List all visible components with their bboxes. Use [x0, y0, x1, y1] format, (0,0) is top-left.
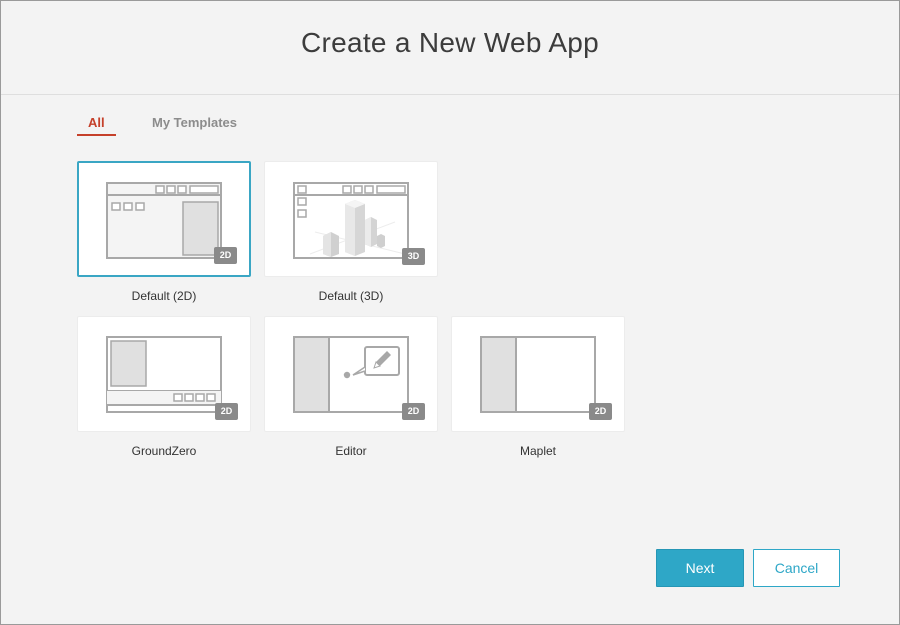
dimension-badge: 2D — [589, 403, 612, 420]
dimension-badge: 2D — [402, 403, 425, 420]
template-card-groundzero[interactable]: 2D — [77, 316, 251, 432]
create-web-app-dialog: Create a New Web App All My Templates 2D… — [0, 0, 900, 625]
template-label-maplet: Maplet — [519, 444, 557, 458]
template-label-default-3d: Default (3D) — [318, 289, 384, 303]
template-label-default-2d: Default (2D) — [131, 289, 197, 303]
tab-all-active-indicator — [77, 134, 116, 136]
cancel-button[interactable]: Cancel — [753, 549, 840, 587]
template-card-default-2d[interactable]: 2D — [77, 161, 251, 277]
dialog-header: Create a New Web App — [1, 1, 899, 95]
template-card-editor[interactable]: 2D — [264, 316, 438, 432]
dialog-title: Create a New Web App — [300, 27, 600, 58]
tab-all[interactable]: All — [88, 115, 105, 130]
template-card-default-3d[interactable]: 3D — [264, 161, 438, 277]
dimension-badge: 3D — [402, 248, 425, 265]
tab-my-templates[interactable]: My Templates — [152, 115, 237, 130]
dimension-badge: 2D — [215, 403, 238, 420]
next-button[interactable]: Next — [656, 549, 744, 587]
template-card-maplet[interactable]: 2D — [451, 316, 625, 432]
dimension-badge: 2D — [214, 247, 237, 264]
template-label-groundzero: GroundZero — [131, 444, 197, 458]
template-label-editor: Editor — [335, 444, 367, 458]
